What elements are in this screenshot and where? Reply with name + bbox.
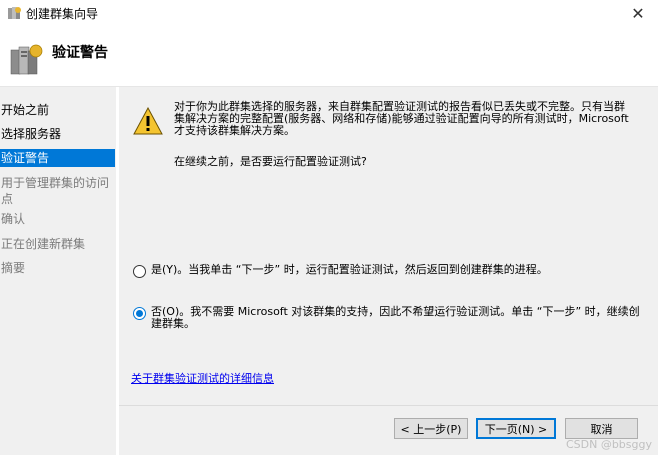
sidebar-item-label: 确认 [1, 212, 26, 226]
sidebar-item-select-servers[interactable]: 选择服务器 [0, 126, 115, 142]
wizard-content: 对于你为此群集选择的服务器，来自群集配置验证测试的报告看似已丢失或不完整。只有当… [119, 87, 658, 455]
radio-no[interactable] [133, 307, 146, 320]
sidebar-item-validation-warning[interactable]: 验证警告 [0, 149, 115, 167]
sidebar-item-creating-cluster: 正在创建新群集 [0, 236, 115, 252]
cluster-servers-icon [10, 44, 43, 75]
warning-icon [133, 107, 163, 135]
validation-info-link[interactable]: 关于群集验证测试的详细信息 [131, 370, 274, 386]
window-title: 创建群集向导 [26, 7, 99, 21]
close-icon: ✕ [631, 3, 645, 23]
sidebar-item-confirmation: 确认 [0, 211, 115, 227]
next-button-label: 下一页(N) > [484, 422, 548, 436]
option-no-label: 否(O)。我不需要 Microsoft 对该群集的支持，因此不希望运行验证测试。… [151, 305, 640, 330]
sidebar-item-label: 验证警告 [1, 151, 50, 165]
radio-yes[interactable] [133, 265, 146, 278]
sidebar-item-before-you-begin[interactable]: 开始之前 [0, 102, 115, 118]
sidebar-item-label: 开始之前 [1, 103, 50, 117]
sidebar-item-label: 正在创建新群集 [1, 237, 86, 251]
wizard-steps-sidebar: 开始之前 选择服务器 验证警告 用于管理群集的访问点 确认 正在创建新群集 摘要 [0, 87, 116, 455]
previous-button-label: < 上一步(P) [400, 422, 462, 436]
continue-question: 在继续之前，是否要运行配置验证测试? [174, 155, 367, 168]
sidebar-item-label: 选择服务器 [1, 127, 62, 141]
content-panel: 对于你为此群集选择的服务器，来自群集配置验证测试的报告看似已丢失或不完整。只有当… [119, 87, 658, 405]
next-button[interactable]: 下一页(N) > [476, 418, 556, 439]
sidebar-item-access-point: 用于管理群集的访问点 [0, 175, 115, 207]
sidebar-item-summary: 摘要 [0, 260, 115, 276]
cluster-wizard-icon [8, 7, 21, 19]
page-title: 验证警告 [52, 45, 108, 61]
wizard-header: 验证警告 [0, 26, 658, 87]
cancel-button[interactable]: 取消 [565, 418, 638, 439]
watermark: CSDN @bbsggy [565, 438, 652, 451]
sidebar-item-label: 用于管理群集的访问点 [1, 176, 110, 206]
sidebar-item-label: 摘要 [1, 261, 26, 275]
close-button[interactable]: ✕ [618, 0, 658, 26]
footer-divider [119, 405, 658, 406]
warning-message: 对于你为此群集选择的服务器，来自群集配置验证测试的报告看似已丢失或不完整。只有当… [174, 100, 629, 137]
cancel-button-label: 取消 [590, 422, 613, 436]
option-run-validation[interactable]: 是(Y)。当我单击 “下一步” 时，运行配置验证测试，然后返回到创建群集的进程。 [133, 264, 641, 278]
title-bar: 创建群集向导 ✕ [0, 0, 658, 26]
option-yes-label: 是(Y)。当我单击 “下一步” 时，运行配置验证测试，然后返回到创建群集的进程。 [151, 263, 548, 276]
previous-button[interactable]: < 上一步(P) [394, 418, 468, 439]
option-skip-validation[interactable]: 否(O)。我不需要 Microsoft 对该群集的支持，因此不希望运行验证测试。… [133, 306, 641, 330]
